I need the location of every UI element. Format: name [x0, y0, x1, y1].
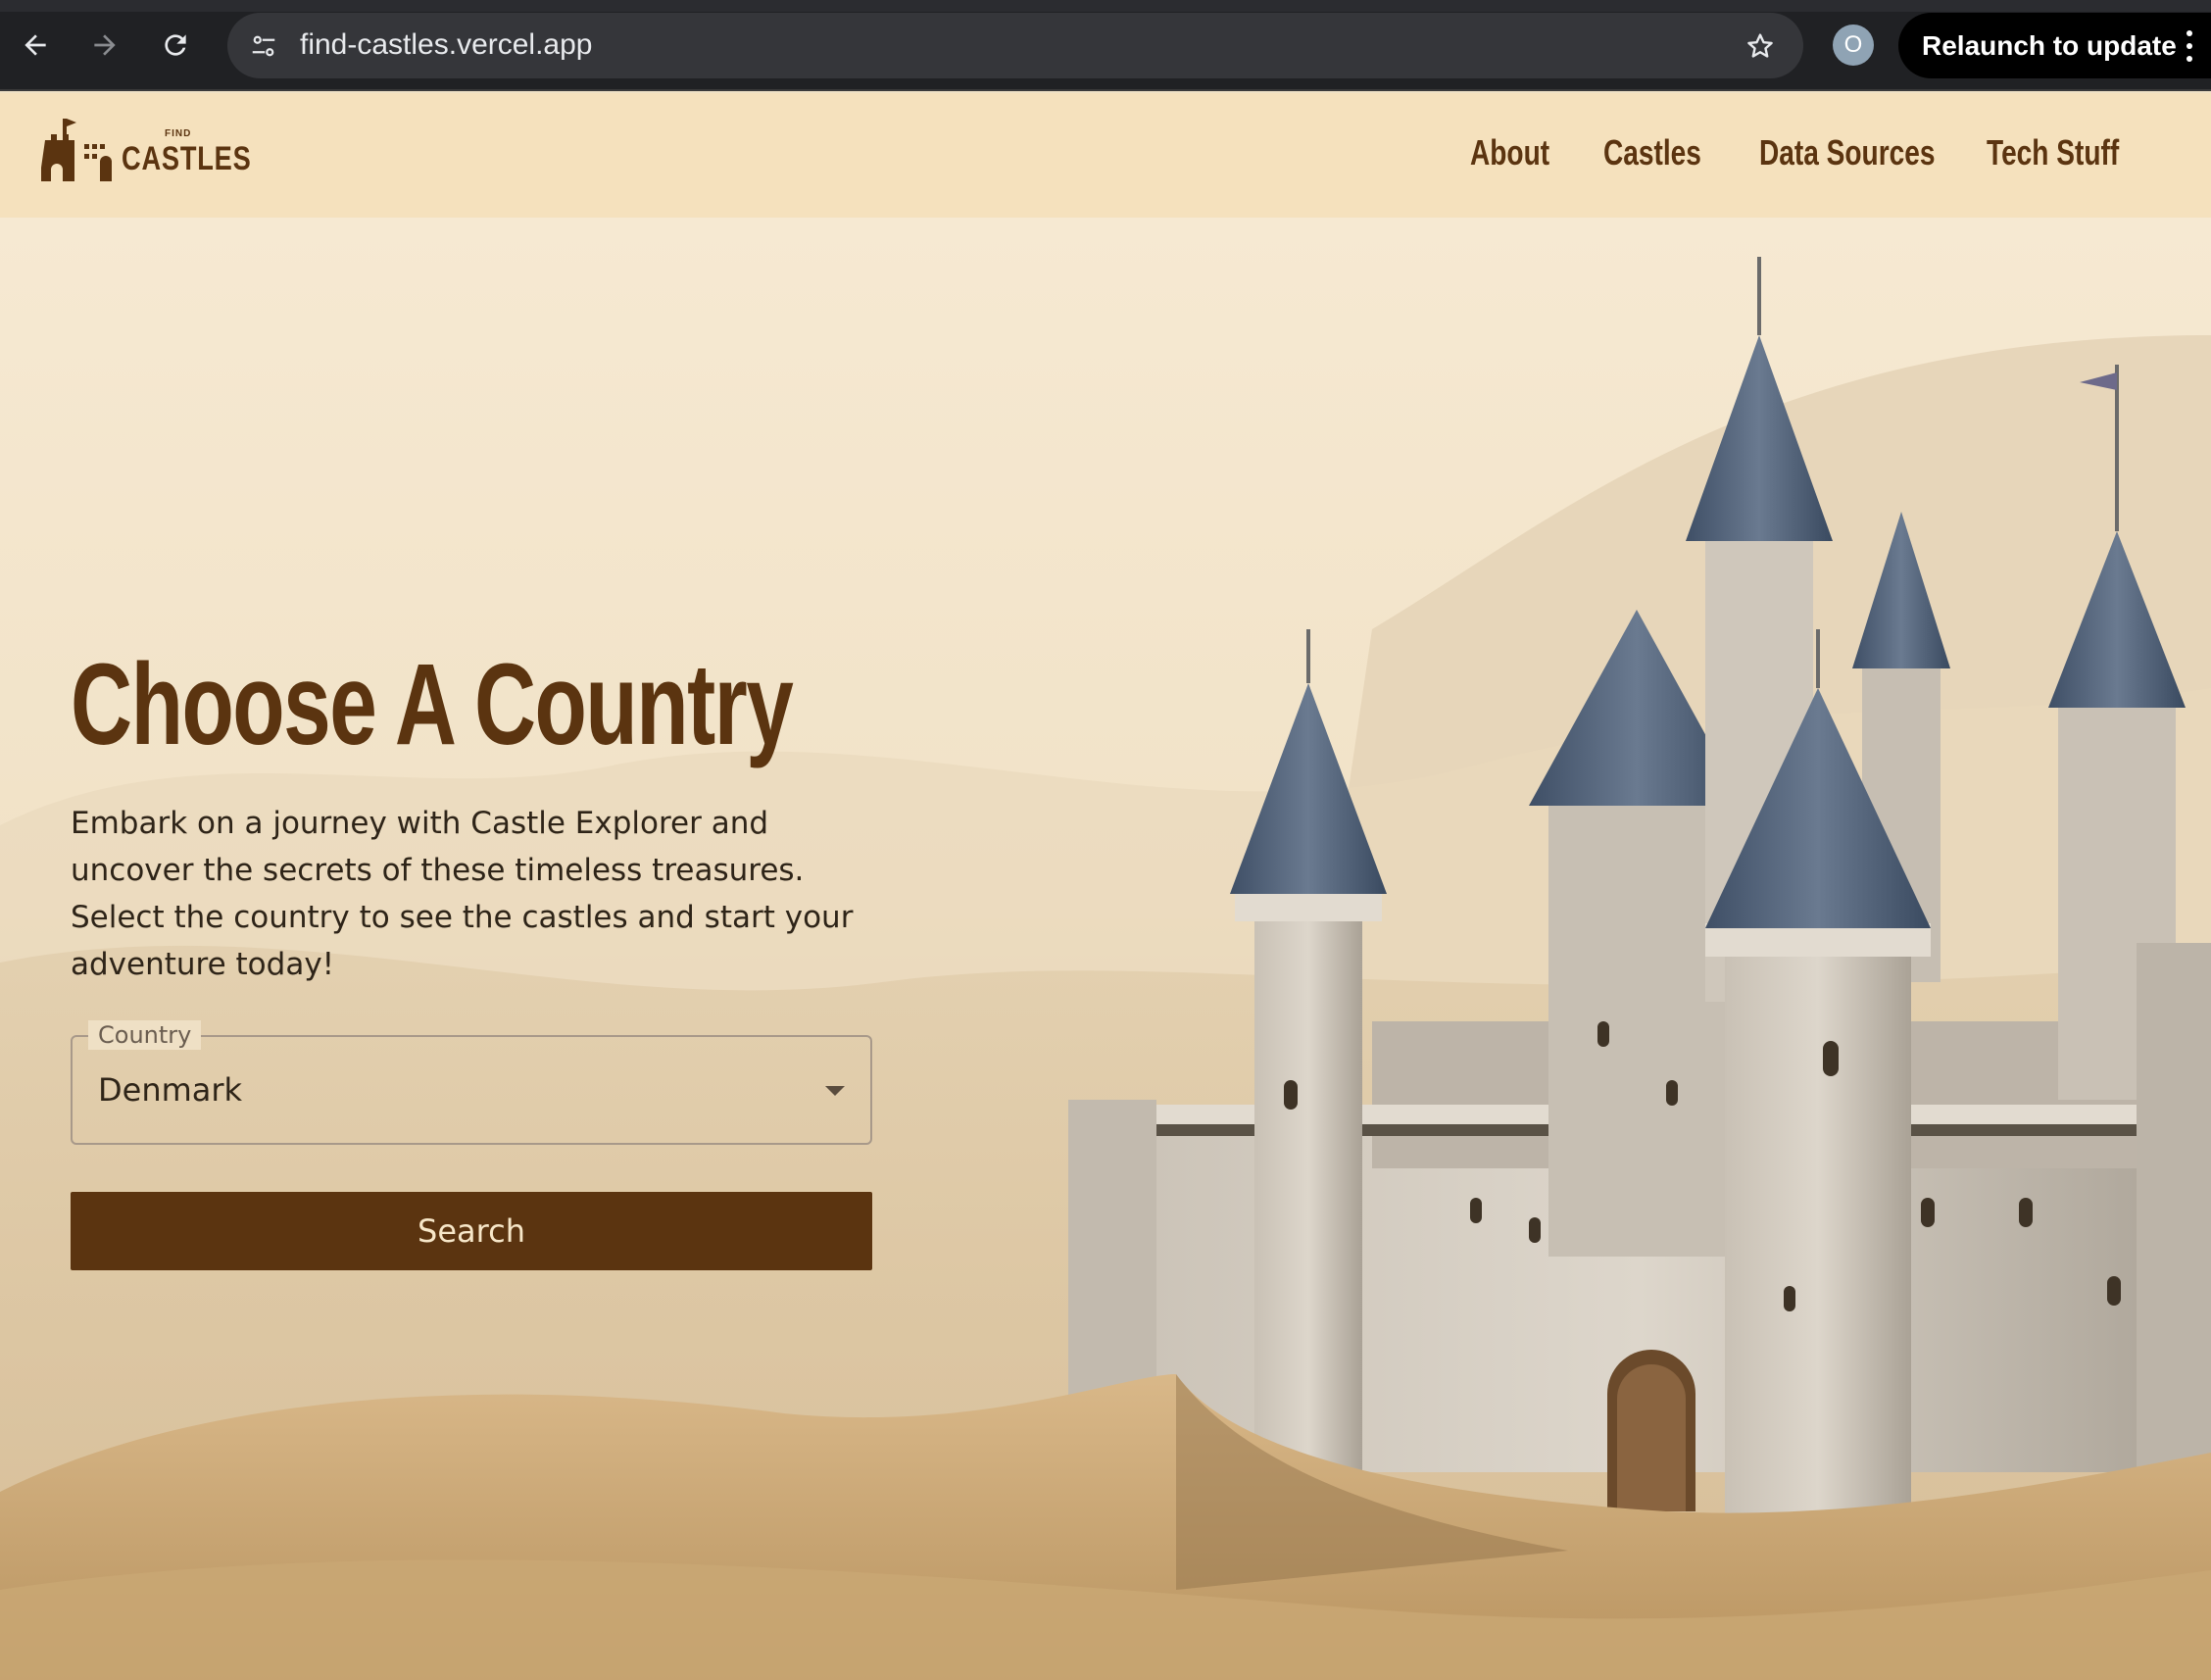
profile-avatar[interactable]: O — [1833, 25, 1874, 66]
bookmark-star-icon[interactable] — [1743, 28, 1778, 64]
country-select[interactable]: Country Denmark — [71, 1020, 872, 1145]
forward-arrow-icon[interactable] — [81, 22, 128, 69]
nav-about[interactable]: About — [1470, 132, 1549, 173]
country-select-value[interactable]: Denmark — [98, 1070, 242, 1110]
address-url[interactable]: find-castles.vercel.app — [300, 27, 592, 63]
browser-toolbar: find-castles.vercel.app O Relaunch to up… — [0, 0, 2211, 91]
hero-section: Choose A Country Embark on a journey wit… — [0, 218, 2211, 1680]
nav-tech-stuff[interactable]: Tech Stuff — [1987, 132, 2119, 173]
country-select-label: Country — [88, 1020, 202, 1050]
main-nav: About Castles Data Sources Tech Stuff — [0, 132, 2211, 181]
chevron-down-icon[interactable] — [825, 1086, 845, 1096]
nav-castles[interactable]: Castles — [1603, 132, 1701, 173]
address-bar[interactable]: find-castles.vercel.app — [227, 13, 1803, 78]
site-settings-icon[interactable] — [247, 29, 280, 63]
relaunch-label: Relaunch to update — [1922, 30, 2177, 61]
hero-description: Embark on a journey with Castle Explorer… — [71, 806, 854, 982]
back-arrow-icon[interactable] — [12, 22, 59, 69]
tab-strip — [0, 0, 2211, 12]
relaunch-button[interactable]: Relaunch to update — [1898, 13, 2211, 78]
page-title: Choose A Country — [71, 640, 794, 769]
reload-icon[interactable] — [152, 22, 199, 69]
nav-data-sources[interactable]: Data Sources — [1759, 132, 1935, 173]
search-button[interactable]: Search — [71, 1192, 872, 1270]
site-header: FIND CASTLES About Castles Data Sources … — [0, 93, 2211, 218]
more-menu-icon[interactable] — [2178, 26, 2201, 66]
